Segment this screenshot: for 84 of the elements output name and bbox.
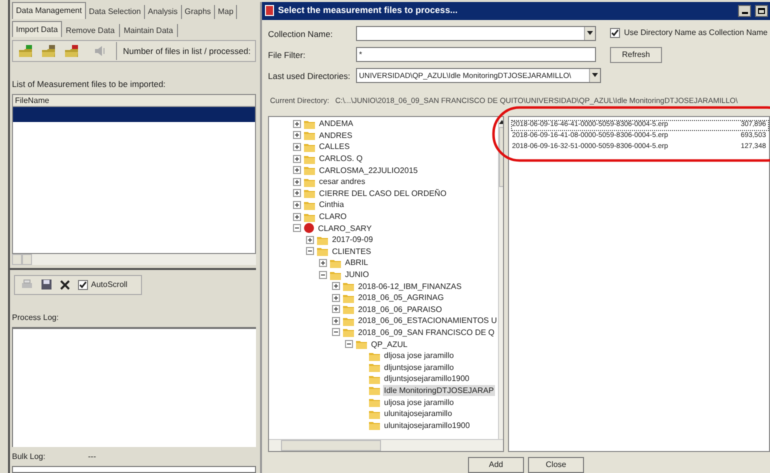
save-icon[interactable] [41,279,52,290]
tab[interactable]: Graphs [182,5,215,19]
horizontal-scrollbar[interactable] [269,439,503,451]
column-header: FileName [13,94,255,107]
expand-icon[interactable] [332,282,340,290]
expand-icon[interactable] [293,212,301,221]
tree-item[interactable]: CLARO_SARY [317,222,373,234]
tree-item[interactable]: dljosa jose jaramillo [383,350,455,362]
collapse-icon[interactable] [306,247,314,256]
tree-item[interactable]: Cinthia [318,199,345,210]
tree-item[interactable]: ANDRES [318,130,354,141]
tree-item[interactable]: dljuntsjose jaramillo [383,362,455,373]
collapse-icon[interactable] [319,270,327,279]
expand-icon[interactable] [332,305,340,314]
list-row[interactable] [13,106,255,122]
expand-icon[interactable] [332,294,340,302]
field-label: Last used Directories: [268,70,352,83]
maximize-button[interactable] [755,4,768,17]
tree-item[interactable]: 2018_06_09_SAN FRANCISCO DE Q [357,326,496,338]
checkbox[interactable] [610,28,620,38]
process-log-label: Process Log: [12,312,60,324]
checkbox[interactable] [78,280,88,290]
tree-item[interactable]: CALLES [318,141,351,152]
tab[interactable]: Analysis [144,5,182,19]
tab[interactable]: Remove Data [62,24,120,37]
tree-item[interactable]: CARLOS. Q [318,153,364,164]
expand-icon[interactable] [293,189,301,198]
tree-item[interactable]: CIERRE DEL CASO DEL ORDEÑO [318,188,448,199]
expand-icon[interactable] [332,316,340,325]
expand-icon[interactable] [293,166,301,174]
close-icon[interactable] [60,280,70,290]
checkbox-label: Use Directory Name as Collection Name [624,27,768,40]
tree-item[interactable]: cesar andres [318,176,366,188]
tab[interactable]: Import Data [12,21,62,37]
dialog-button[interactable]: Add [468,457,524,473]
field-label: File Filter: [268,48,306,62]
expand-icon[interactable] [293,131,301,140]
expand-icon[interactable] [306,236,314,244]
tree-item[interactable]: QP_AZUL [370,338,408,350]
tree-item[interactable]: ulunitajosejaramillo1900 [383,420,471,431]
collapse-icon[interactable] [345,340,353,348]
app-icon [265,5,274,16]
scroll-up-arrow-icon[interactable] [498,120,503,124]
tree-item[interactable]: 2018_06_05_AGRINAG [357,292,445,304]
tab[interactable]: Maintain Data [120,24,178,37]
tree-item[interactable]: ulunitajosejaramillo [383,408,454,420]
collapse-icon[interactable] [332,328,340,336]
collapse-icon[interactable] [293,224,301,232]
vertical-scrollbar[interactable] [498,117,503,439]
bulk-log-value: --- [88,450,96,463]
minimize-button[interactable] [738,4,751,17]
tree-item[interactable]: 2018-06-12_IBM_FINANZAS [357,280,463,292]
checkbox-label: AutoScroll [91,278,128,291]
expand-icon[interactable] [293,120,301,128]
window-title: Select the measurement files to process... [278,4,459,18]
expand-icon[interactable] [319,258,327,267]
tree-item[interactable]: JUNIO [344,269,370,280]
expand-icon[interactable] [293,142,301,151]
tab[interactable]: Map [214,5,238,19]
field-label: Collection Name: [268,28,334,41]
tab[interactable]: Data Selection [86,5,145,19]
tree-item[interactable]: 2018_06_06_PARAISO [357,304,443,315]
bulk-log-label: Bulk Log: [12,450,46,463]
tree-item[interactable]: CLIENTES [331,246,372,257]
dialog-button[interactable]: Close [528,457,584,473]
tree-item[interactable]: CARLOSMA_22JULIO2015 [318,164,419,176]
expand-icon[interactable] [293,154,301,163]
expand-icon[interactable] [293,200,301,209]
tree-item[interactable]: ANDEMA [318,118,354,130]
tree-item[interactable]: Idle MonitoringDTJOSEJARAP [383,384,495,396]
combo-box[interactable] [356,26,596,41]
tree-item[interactable]: dljuntsjosejaramillo1900 [383,373,470,384]
horizontal-scrollbar[interactable] [12,254,256,265]
input-field[interactable]: * [356,46,596,62]
tree-item[interactable]: ABRIL [344,257,370,268]
expand-icon[interactable] [293,178,301,186]
tab[interactable]: Data Management [12,2,86,19]
files-count-label: Number of files in list / processed: [116,42,251,60]
list-label: List of Measurement files to be imported: [12,78,167,91]
refresh-button[interactable]: Refresh [610,46,662,63]
tree-item[interactable]: 2018_06_06_ESTACIONAMIENTOS U [357,315,498,326]
tree-item[interactable]: CLARO [318,211,348,222]
tree-item[interactable]: uljosa jose jaramillo [383,396,455,408]
tree-item[interactable]: 2017-09-09 [331,234,374,246]
